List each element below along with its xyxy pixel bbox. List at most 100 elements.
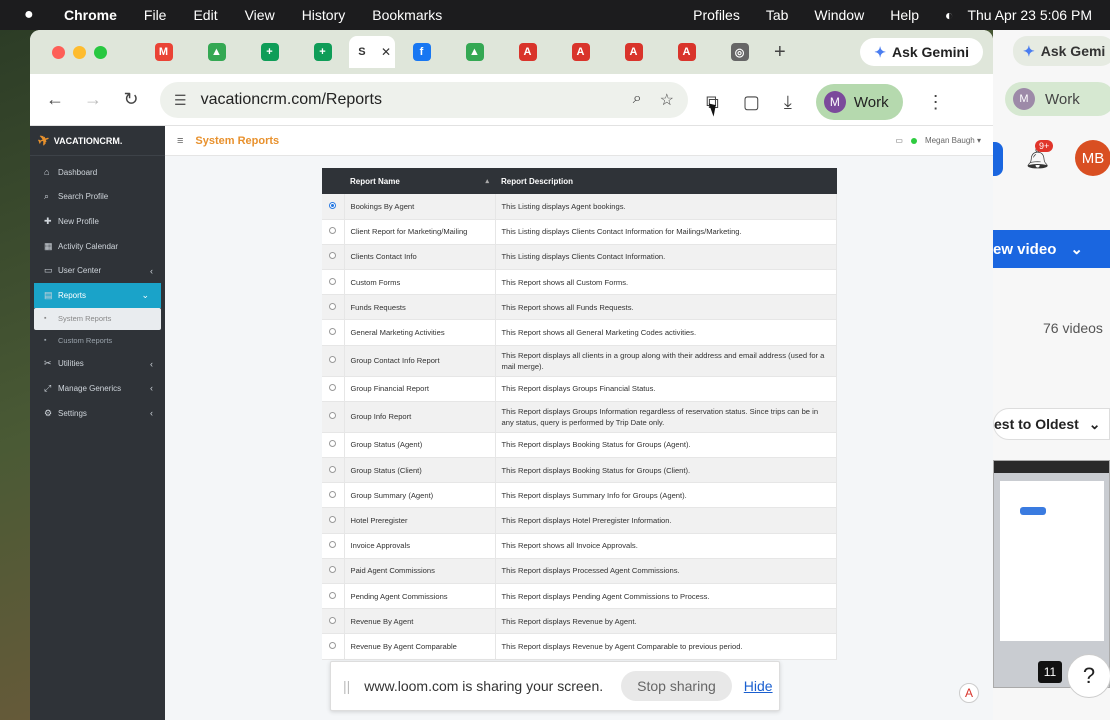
reload-icon[interactable]: ↻ (112, 89, 150, 110)
sidebar-item-dashboard[interactable]: ⌂ Dashboard (30, 160, 165, 185)
user-avatar[interactable]: MB (1075, 140, 1110, 176)
report-radio-button[interactable] (329, 541, 337, 549)
new-tab-plus-icon[interactable]: + (774, 41, 786, 64)
sidebar-item-reports[interactable]: ▤ Reports ⌄ (34, 282, 161, 308)
table-row[interactable]: Funds Requests This Report shows all Fund… (322, 294, 837, 321)
zoom-window-button[interactable] (94, 45, 107, 59)
pdf-icon[interactable]: A (959, 683, 979, 703)
menubar-clock[interactable]: Thu Apr 23 5:06 PM (967, 7, 1092, 23)
sort-icon[interactable]: ▴ (485, 177, 489, 185)
browser-tab[interactable]: f (395, 36, 448, 68)
table-row[interactable]: General Marketing Activities This Report … (322, 319, 837, 346)
sidebar-subitem-system-reports[interactable]: ▪ System Reports (34, 307, 161, 330)
browser-tab[interactable]: ◎ (713, 36, 766, 68)
sidebar-item-search-profile[interactable]: ⌕ Search Profile (30, 185, 165, 210)
browser-tab[interactable]: A (607, 36, 660, 68)
browser-tab[interactable]: A (554, 36, 607, 68)
ask-gemini-button[interactable]: ✦ Ask Gemini (860, 38, 983, 66)
browser-tab[interactable]: A (660, 36, 713, 68)
chat-icon[interactable]: ▭ (895, 136, 903, 145)
table-row[interactable]: Hotel Preregister This Report displays Ho… (322, 507, 837, 534)
report-radio-button[interactable] (329, 440, 337, 448)
user-menu[interactable]: Megan Baugh ▾ (925, 136, 981, 145)
table-row[interactable]: Group Info Report This Report displays Gr… (322, 401, 837, 433)
sidebar-item-activity-calendar[interactable]: ▦ Activity Calendar (30, 234, 165, 259)
hide-link[interactable]: Hide (744, 678, 773, 694)
menu-window[interactable]: Window (814, 7, 864, 23)
sidebar-item-new-profile[interactable]: ✚ New Profile (30, 209, 165, 234)
hamburger-menu-icon[interactable]: ≡ (177, 135, 183, 147)
table-row[interactable]: Bookings By Agent This Listing displays A… (322, 194, 837, 220)
browser-tab[interactable]: ▲ (448, 36, 501, 68)
report-radio-button[interactable] (329, 490, 337, 498)
report-radio-button[interactable] (329, 302, 337, 310)
report-radio-button[interactable] (329, 384, 337, 392)
report-radio-button[interactable] (329, 201, 337, 209)
table-row[interactable]: Invoice Approvals This Report shows all I… (322, 533, 837, 559)
address-bar[interactable]: ☰ vacationcrm.com/Reports ⌕ ☆ (160, 82, 688, 118)
browser-tab[interactable]: S ✕ (349, 36, 395, 68)
report-radio-button[interactable] (329, 515, 337, 523)
table-row[interactable]: Revenue By Agent This Report displays Rev… (322, 608, 837, 635)
sidebar-item-utilities[interactable]: ✂ Utilities ‹ (30, 352, 165, 377)
zoom-magnifier-icon[interactable]: ⌕ (633, 90, 642, 110)
table-row[interactable]: Pending Agent Commissions This Report dis… (322, 583, 837, 610)
table-row[interactable]: Custom Forms This Report shows all Custom… (322, 269, 837, 296)
url-text[interactable]: vacationcrm.com/Reports (201, 91, 382, 109)
help-button[interactable]: ? (1067, 654, 1110, 698)
profile-button-secondary[interactable]: M Work (1005, 82, 1110, 116)
report-radio-button[interactable] (329, 641, 337, 649)
close-tab-icon[interactable]: ✕ (381, 45, 391, 59)
minimize-window-button[interactable] (73, 45, 86, 59)
table-row[interactable]: Revenue By Agent Comparable This Report d… (322, 633, 837, 660)
sidebar-subitem-custom-reports[interactable]: ▪ Custom Reports (34, 330, 161, 352)
menu-file[interactable]: File (144, 7, 167, 23)
screen-search-icon[interactable]: ▢ (743, 92, 760, 113)
menu-app-name[interactable]: Chrome (64, 7, 117, 23)
table-row[interactable]: Group Summary (Agent) This Report display… (322, 482, 837, 509)
drag-handle-icon[interactable]: || (343, 678, 350, 694)
table-row[interactable]: Group Financial Report This Report displa… (322, 376, 837, 402)
report-radio-button[interactable] (329, 356, 337, 364)
sidebar-item-user-center[interactable]: ▭ User Center ‹ (30, 258, 165, 283)
menu-profiles[interactable]: Profiles (693, 7, 740, 23)
apple-icon[interactable]: ● (24, 6, 46, 24)
blue-button-edge[interactable] (993, 142, 1003, 176)
menu-history[interactable]: History (302, 7, 346, 23)
browser-tab[interactable]: + (243, 36, 296, 68)
menu-bookmarks[interactable]: Bookmarks (372, 7, 442, 23)
report-radio-button[interactable] (329, 252, 337, 260)
more-menu-icon[interactable]: ⋮ (927, 92, 945, 113)
browser-tab[interactable]: + (296, 36, 349, 68)
sort-dropdown[interactable]: est to Oldest ⌄ (993, 408, 1110, 440)
table-row[interactable]: Group Status (Client) This Report display… (322, 457, 837, 484)
report-radio-button[interactable] (329, 412, 337, 420)
report-radio-button[interactable] (329, 465, 337, 473)
app-logo[interactable]: ✈ VACATIONCRM. (30, 126, 165, 156)
report-radio-button[interactable] (329, 591, 337, 599)
report-name-header[interactable]: Report Name ▴ (344, 168, 495, 194)
report-radio-button[interactable] (329, 227, 337, 235)
browser-tab[interactable]: A (501, 36, 554, 68)
report-radio-button[interactable] (329, 328, 337, 336)
control-center-icon[interactable]: ◐ (945, 7, 953, 23)
report-radio-button[interactable] (329, 616, 337, 624)
table-row[interactable]: Clients Contact Info This Listing display… (322, 244, 837, 271)
table-row[interactable]: Paid Agent Commissions This Report displa… (322, 558, 837, 584)
menu-view[interactable]: View (245, 7, 275, 23)
browser-tab[interactable]: M (137, 36, 190, 68)
sidebar-item-manage-generics[interactable]: ⤢ Manage Generics ‹ (30, 376, 165, 401)
profile-button[interactable]: M Work (815, 84, 903, 120)
bookmark-star-icon[interactable]: ☆ (660, 90, 674, 110)
new-video-button[interactable]: ew video ⌄ (993, 230, 1110, 268)
forward-arrow-icon[interactable]: → (74, 89, 112, 110)
table-row[interactable]: Group Contact Info Report This Report dis… (322, 345, 837, 377)
report-radio-button[interactable] (329, 277, 337, 285)
menu-help[interactable]: Help (890, 7, 919, 23)
back-arrow-icon[interactable]: ← (36, 89, 74, 110)
menu-tab[interactable]: Tab (766, 7, 789, 23)
sidebar-item-settings[interactable]: ⚙ Settings ‹ (30, 401, 165, 426)
menu-edit[interactable]: Edit (193, 7, 217, 23)
report-radio-button[interactable] (329, 566, 337, 574)
close-window-button[interactable] (52, 45, 65, 59)
